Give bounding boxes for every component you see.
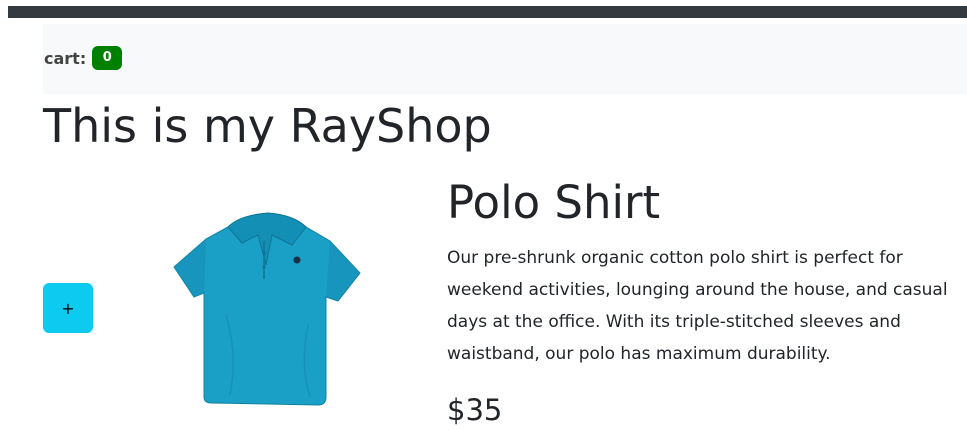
add-to-cart-button[interactable]: + <box>43 283 93 333</box>
cart-indicator[interactable]: cart: 0 <box>44 46 123 70</box>
page-title: This is my RayShop <box>43 99 492 153</box>
polo-shirt-icon <box>173 212 361 406</box>
product-price: $35 <box>447 393 503 427</box>
navbar <box>43 24 967 94</box>
cart-count-badge: 0 <box>92 46 123 70</box>
product-description: Our pre-shrunk organic cotton polo shirt… <box>447 248 948 364</box>
top-bar <box>8 6 967 18</box>
product-name: Polo Shirt <box>447 176 661 229</box>
cart-label: cart: <box>44 48 87 68</box>
product-image <box>168 205 368 410</box>
